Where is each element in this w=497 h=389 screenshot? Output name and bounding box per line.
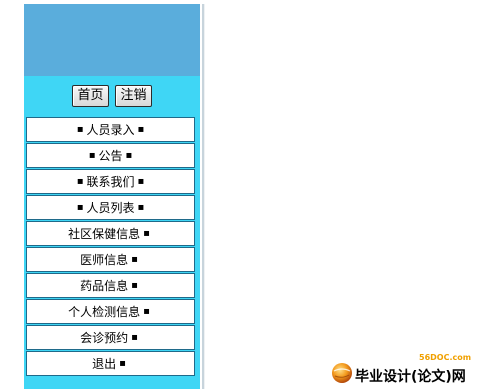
menu-item-label: 联系我们: [86, 175, 135, 189]
watermark-url: 56DOC.com: [419, 353, 472, 362]
menu-item-personal-test-info[interactable]: 个人检测信息 ▪: [26, 299, 195, 324]
menu-item-label: 医师信息: [80, 253, 129, 267]
menu-item-personnel-entry[interactable]: ▪ 人员录入 ▪: [26, 117, 195, 142]
watermark-text: 毕业设计(论文)网: [355, 369, 466, 385]
menu-item-label: 人员列表: [86, 201, 135, 215]
bullet-icon: ▪: [76, 202, 84, 213]
menu-item-label: 公告: [98, 149, 123, 163]
home-button[interactable]: 首页: [72, 85, 109, 107]
menu-item-label: 退出: [92, 357, 117, 371]
sidebar-header-banner: [24, 4, 200, 76]
menu-item-label: 药品信息: [80, 279, 129, 293]
bullet-icon: ▪: [137, 202, 145, 213]
frame-divider-shadow: [204, 4, 205, 389]
menu-item-label: 会诊预约: [80, 331, 129, 345]
menu-item-community-health[interactable]: 社区保健信息 ▪: [26, 221, 195, 246]
menu-item-label: 个人检测信息: [68, 305, 141, 319]
bullet-icon: ▪: [76, 176, 84, 187]
watermark: 56DOC.com 毕业设计(论文)网: [331, 353, 491, 385]
sidebar: 首页 注销 ▪ 人员录入 ▪ ▪ 公告 ▪ ▪ 联系我们 ▪ ▪ 人员列表 ▪ 社区保健信息 ▪ …: [24, 4, 200, 389]
bullet-icon: ▪: [125, 150, 133, 161]
sidebar-menu: ▪ 人员录入 ▪ ▪ 公告 ▪ ▪ 联系我们 ▪ ▪ 人员列表 ▪ 社区保健信息 ▪ 医师信息 ▪ …: [26, 117, 195, 377]
menu-item-label: 社区保健信息: [68, 227, 141, 241]
bullet-icon: ▪: [143, 228, 150, 239]
bullet-icon: ▪: [131, 254, 138, 265]
bullet-icon: ▪: [137, 124, 145, 135]
bullet-icon: ▪: [131, 332, 138, 343]
logout-button[interactable]: 注销: [115, 85, 152, 107]
sidebar-button-group: 首页 注销: [24, 84, 200, 108]
bullet-icon: ▪: [143, 306, 150, 317]
menu-item-contact-us[interactable]: ▪ 联系我们 ▪: [26, 169, 195, 194]
bullet-icon: ▪: [88, 150, 96, 161]
menu-item-label: 人员录入: [86, 123, 135, 137]
menu-item-exit[interactable]: 退出 ▪: [26, 351, 195, 376]
menu-item-personnel-list[interactable]: ▪ 人员列表 ▪: [26, 195, 195, 220]
menu-item-physician-info[interactable]: 医师信息 ▪: [26, 247, 195, 272]
bullet-icon: ▪: [119, 358, 126, 369]
bullet-icon: ▪: [76, 124, 84, 135]
globe-logo-icon: [332, 363, 352, 383]
menu-item-announcement[interactable]: ▪ 公告 ▪: [26, 143, 195, 168]
menu-item-drug-info[interactable]: 药品信息 ▪: [26, 273, 195, 298]
bullet-icon: ▪: [137, 176, 145, 187]
bullet-icon: ▪: [131, 280, 138, 291]
menu-item-consultation-booking[interactable]: 会诊预约 ▪: [26, 325, 195, 350]
